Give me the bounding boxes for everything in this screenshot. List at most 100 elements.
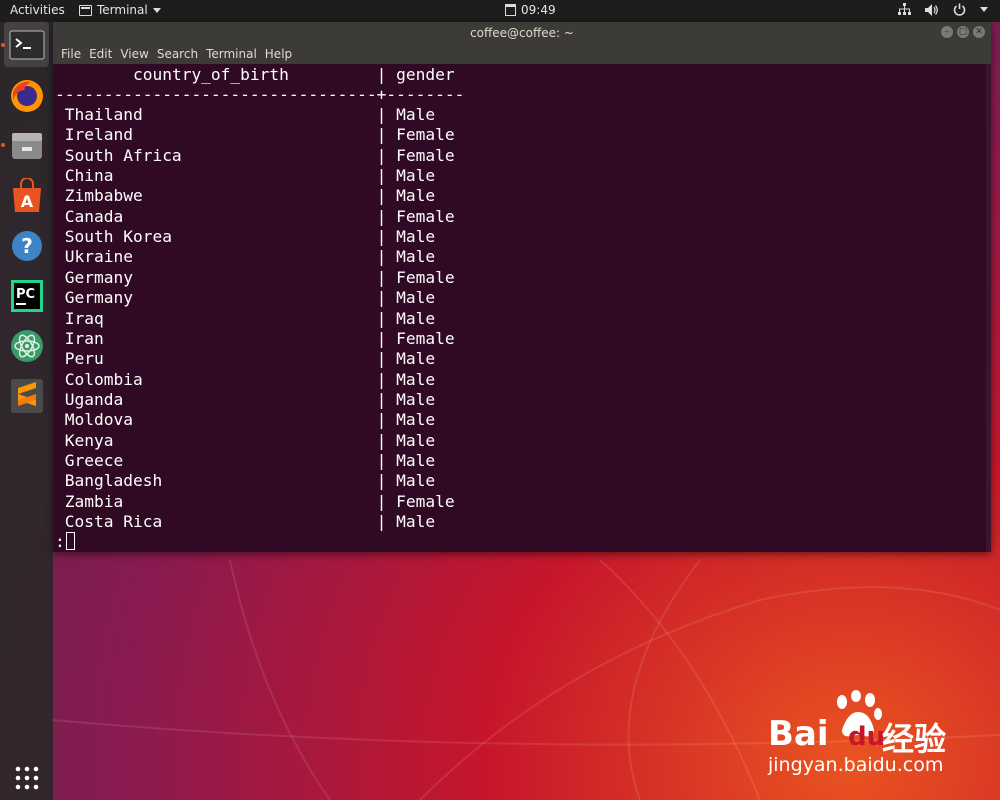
table-row: Iran | Female — [55, 329, 455, 349]
country-cell: China — [64, 166, 114, 186]
dock-atom[interactable] — [4, 323, 49, 368]
country-cell: Germany — [64, 267, 133, 287]
network-icon[interactable] — [898, 3, 911, 16]
system-tray[interactable] — [898, 3, 988, 16]
column-separator: | — [366, 247, 397, 267]
maximize-button[interactable]: ▢ — [957, 26, 969, 38]
dock-firefox[interactable] — [4, 73, 49, 118]
gender-cell: Male — [396, 105, 436, 124]
dock-software-center[interactable]: A — [4, 173, 49, 218]
country-cell: Zambia — [64, 491, 124, 511]
gender-cell: Male — [396, 288, 436, 308]
country-cell: Iraq — [64, 308, 104, 328]
country-cell: Peru — [64, 349, 104, 369]
dock-pycharm[interactable]: PC — [4, 273, 49, 318]
column-separator: | — [366, 186, 397, 206]
table-row: Thailand | Male — [55, 105, 435, 125]
gender-cell: Male — [396, 247, 436, 267]
app-menu[interactable]: Terminal — [79, 3, 161, 17]
clock-time: 09:49 — [521, 3, 556, 17]
dock-help[interactable]: ? — [4, 223, 49, 268]
column-separator: | — [366, 512, 397, 531]
country-cell: Colombia — [64, 369, 143, 389]
activities-button[interactable]: Activities — [10, 3, 65, 17]
country-cell: Canada — [64, 206, 124, 226]
country-cell: Zimbabwe — [64, 186, 143, 206]
gender-cell: Female — [396, 328, 455, 348]
calendar-icon — [505, 4, 516, 16]
table-row: Germany | Female — [55, 268, 455, 288]
column-separator: | — [366, 125, 397, 145]
table-row: Germany | Male — [55, 288, 435, 308]
gender-cell: Male — [396, 227, 436, 247]
country-cell: Kenya — [64, 430, 114, 450]
minimize-button[interactable]: – — [941, 26, 953, 38]
menu-view[interactable]: View — [116, 47, 152, 61]
menu-help[interactable]: Help — [261, 47, 296, 61]
gender-cell: Male — [396, 512, 436, 531]
system-menu-chevron-icon[interactable] — [980, 7, 988, 12]
column-separator: | — [366, 206, 397, 226]
terminal-output[interactable]: country_of_birth | gender --------------… — [53, 64, 991, 552]
table-row: Bangladesh | Male — [55, 471, 435, 491]
close-button[interactable]: ✕ — [973, 26, 985, 38]
top-bar: Activities Terminal 09:49 — [0, 0, 1000, 22]
table-row: China | Male — [55, 166, 435, 186]
menu-terminal[interactable]: Terminal — [202, 47, 261, 61]
table-row: Ireland | Female — [55, 125, 455, 145]
app-menu-label: Terminal — [97, 3, 148, 17]
gender-cell: Male — [396, 471, 436, 491]
table-separator: ---------------------------------+------… — [55, 85, 465, 104]
dock-files[interactable] — [4, 123, 49, 168]
country-cell: Greece — [64, 450, 124, 470]
volume-icon[interactable] — [925, 3, 939, 16]
clock[interactable]: 09:49 — [505, 3, 556, 17]
gender-cell: Male — [396, 186, 436, 206]
table-row: Peru | Male — [55, 349, 435, 369]
country-cell: Iran — [64, 328, 104, 348]
running-indicator — [1, 43, 5, 47]
sublime-text-icon — [10, 378, 43, 413]
scrollbar[interactable] — [986, 64, 991, 552]
table-row: Zambia | Female — [55, 492, 455, 512]
country-cell: Moldova — [64, 410, 133, 430]
dock-terminal[interactable] — [4, 22, 49, 67]
svg-text:A: A — [20, 192, 33, 211]
gender-cell: Female — [396, 125, 455, 145]
dock-sublime-text[interactable] — [4, 373, 49, 418]
column-separator: | — [366, 328, 397, 348]
gender-cell: Male — [396, 369, 436, 389]
chevron-down-icon — [152, 7, 161, 13]
pager-prompt[interactable]: : — [55, 532, 75, 552]
column-separator: | — [366, 450, 397, 470]
country-cell: Ireland — [64, 125, 133, 145]
watermark-brand-suffix: du — [848, 722, 886, 752]
column-separator: | — [366, 166, 397, 186]
window-titlebar[interactable]: coffee@coffee: ~ – ▢ ✕ — [53, 22, 991, 44]
menu-bar: File Edit View Search Terminal Help — [53, 44, 991, 64]
table-row: South Africa | Female — [55, 146, 455, 166]
svg-text:?: ? — [21, 234, 33, 258]
text-cursor — [65, 532, 75, 551]
column-separator: | — [366, 369, 397, 389]
watermark-brand: Bai — [768, 714, 829, 754]
column-separator: | — [366, 227, 397, 247]
column-separator: | — [366, 308, 397, 328]
country-cell: Thailand — [64, 105, 143, 124]
firefox-icon — [10, 79, 43, 112]
gender-cell: Female — [396, 491, 455, 511]
show-applications-button[interactable] — [4, 755, 49, 800]
menu-file[interactable]: File — [57, 47, 85, 61]
table-row: South Korea | Male — [55, 227, 435, 247]
table-row: Kenya | Male — [55, 431, 435, 451]
menu-search[interactable]: Search — [153, 47, 202, 61]
menu-edit[interactable]: Edit — [85, 47, 116, 61]
svg-text:PC: PC — [16, 287, 35, 302]
column-separator: | — [366, 267, 397, 287]
gender-cell: Female — [396, 267, 455, 287]
power-icon[interactable] — [953, 3, 966, 16]
gender-cell: Male — [396, 430, 436, 450]
column-separator: | — [366, 145, 397, 165]
prompt-char: : — [55, 532, 65, 552]
country-cell: South Africa — [64, 145, 182, 165]
